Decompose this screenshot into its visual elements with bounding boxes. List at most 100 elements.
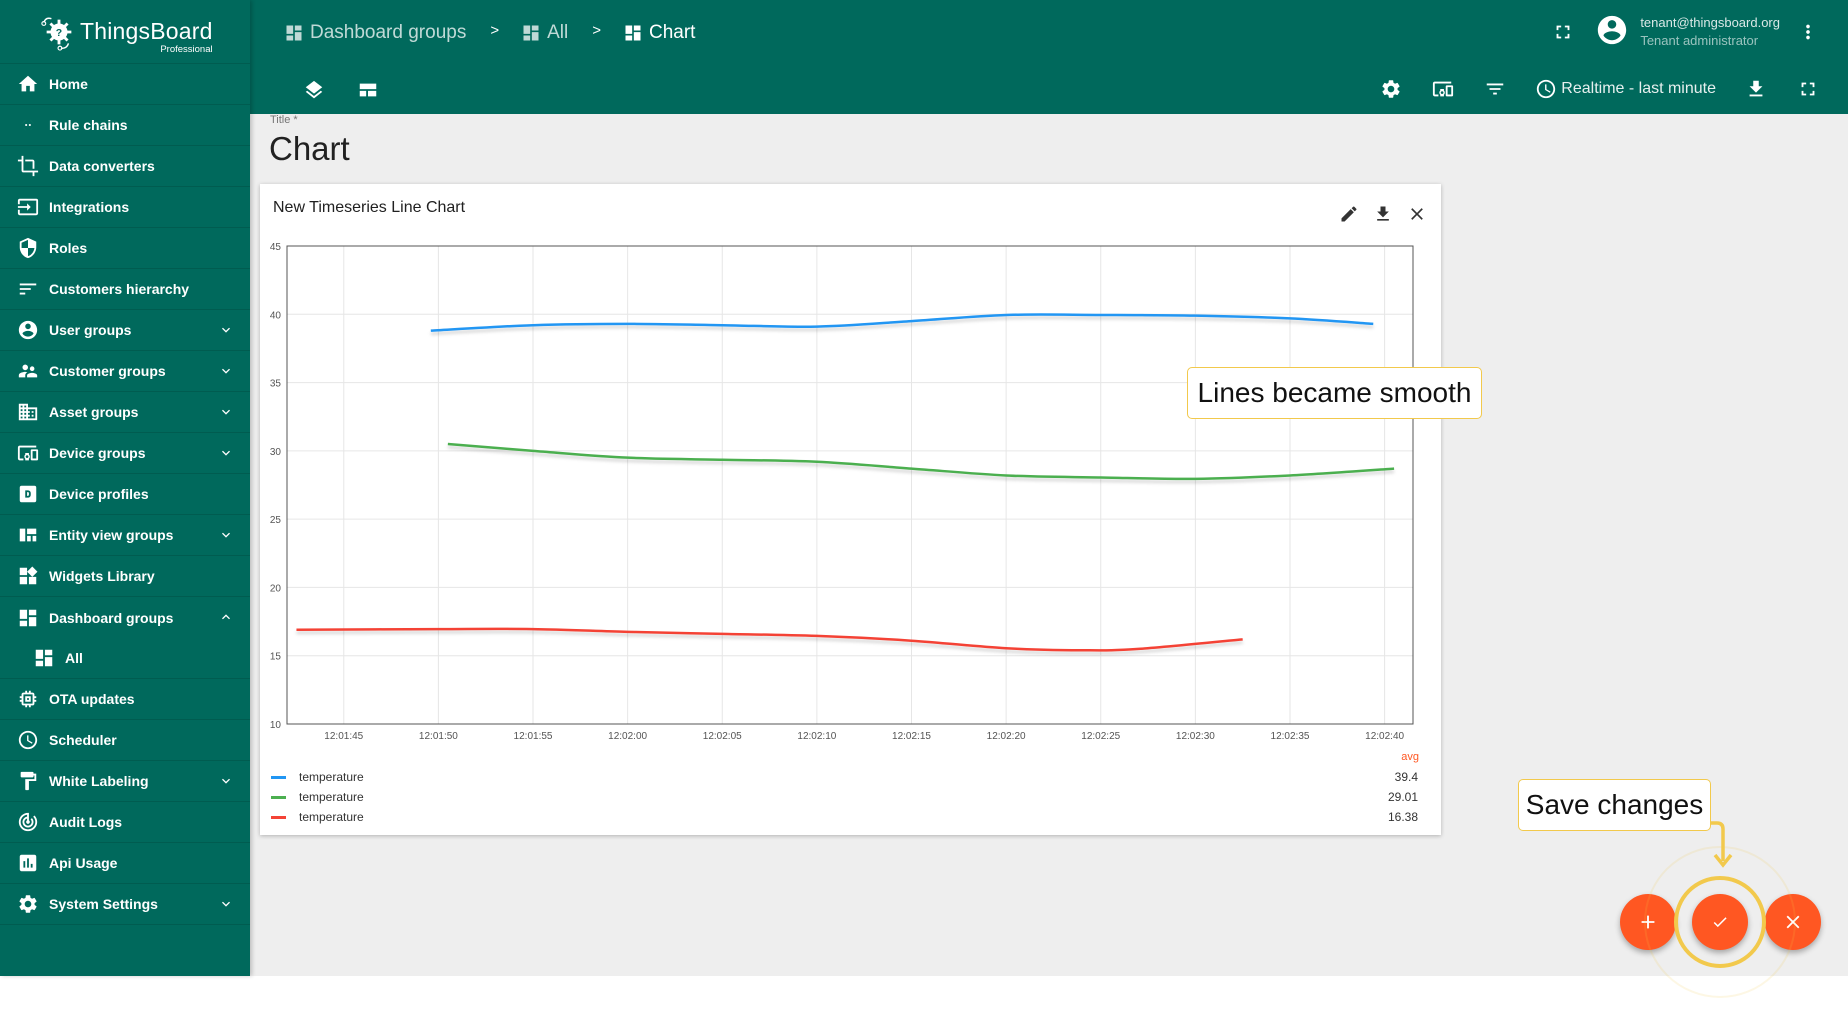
manage-layers-button[interactable] xyxy=(302,78,326,102)
fullscreen-app-button[interactable] xyxy=(1551,20,1575,44)
logo-name: ThingsBoard xyxy=(80,18,213,44)
legend-item[interactable]: temperature 39.4 xyxy=(271,767,1431,787)
avatar[interactable] xyxy=(1595,13,1629,52)
view-compact-icon xyxy=(359,83,377,97)
entity-aliases-button[interactable] xyxy=(1431,77,1455,101)
logo[interactable]: ? ThingsBoard Professional xyxy=(0,0,250,64)
breadcrumb-all[interactable]: All xyxy=(521,22,568,44)
devices-icon xyxy=(17,442,39,464)
fullscreen-icon xyxy=(1801,82,1815,96)
sidebar-item-api-usage[interactable]: Api Usage xyxy=(0,843,250,884)
breadcrumb-label: Dashboard groups xyxy=(310,22,467,43)
sidebar-item-integrations[interactable]: Integrations xyxy=(0,187,250,228)
export-button[interactable] xyxy=(1744,77,1768,101)
sidebar-item-entity-view-groups[interactable]: Entity view groups xyxy=(0,515,250,556)
download-icon xyxy=(1749,80,1763,97)
sidebar-item-device-profiles[interactable]: Device profiles xyxy=(0,474,250,515)
timewindow-button[interactable]: Realtime - last minute xyxy=(1535,78,1716,100)
x-tick-label: 12:01:50 xyxy=(419,731,458,742)
sidebar-item-label: System Settings xyxy=(49,896,158,912)
add-widget-button[interactable] xyxy=(1620,894,1676,950)
y-tick-label: 40 xyxy=(270,310,282,321)
layers-icon xyxy=(305,80,323,99)
chevron-down-icon[interactable] xyxy=(218,363,234,379)
more-menu-button[interactable] xyxy=(1796,20,1820,44)
fullscreen-dashboard-button[interactable] xyxy=(1796,77,1820,101)
x-tick-label: 12:02:40 xyxy=(1365,731,1404,742)
legend-label: temperature xyxy=(299,790,364,804)
series-line-1 xyxy=(447,442,1395,481)
chevron-down-icon[interactable] xyxy=(218,896,234,912)
sidebar-item-data-converters[interactable]: Data converters xyxy=(0,146,250,187)
chevron-down-icon[interactable] xyxy=(218,445,234,461)
dashboard-icon xyxy=(286,25,302,41)
sidebar-item-customer-groups[interactable]: Customer groups xyxy=(0,351,250,392)
settings-button[interactable] xyxy=(1379,77,1403,101)
clock-icon xyxy=(17,729,39,751)
sidebar-item-label: Entity view groups xyxy=(49,527,174,543)
smooth-lines-annotation: Lines became smooth xyxy=(1187,367,1482,419)
chevron-down-icon[interactable] xyxy=(218,404,234,420)
sidebar-item-roles[interactable]: Roles xyxy=(0,228,250,269)
y-tick-label: 20 xyxy=(270,583,282,594)
sidebar-item-label: Scheduler xyxy=(49,732,117,748)
dashboard-title-input[interactable]: Chart xyxy=(269,130,350,168)
sidebar-item-system-settings[interactable]: System Settings xyxy=(0,884,250,925)
user-info[interactable]: tenant@thingsboard.org Tenant administra… xyxy=(1640,14,1780,50)
sidebar-item-audit-logs[interactable]: Audit Logs xyxy=(0,802,250,843)
legend-item[interactable]: temperature 29.01 xyxy=(271,787,1431,807)
breadcrumb-label: All xyxy=(547,22,569,43)
fullscreen-icon xyxy=(1556,25,1570,39)
series-line-0 xyxy=(430,313,1374,332)
domain-icon xyxy=(17,401,39,423)
user-menu: tenant@thingsboard.org Tenant administra… xyxy=(1551,0,1848,64)
home-icon xyxy=(17,73,39,95)
user-role: Tenant administrator xyxy=(1640,33,1759,48)
filter-list-icon xyxy=(1487,83,1504,95)
sidebar-item-ota-updates[interactable]: OTA updates xyxy=(0,679,250,720)
y-tick-label: 35 xyxy=(270,379,282,390)
sidebar-item-widgets-library[interactable]: Widgets Library xyxy=(0,556,250,597)
dashboard-icon xyxy=(523,25,539,41)
sidebar-nav: Home Rule chains Data converters Integratio… xyxy=(0,64,250,925)
sidebar-item-label: Api Usage xyxy=(49,855,118,871)
legend-label: temperature xyxy=(299,770,364,784)
check-icon xyxy=(1713,917,1727,928)
gear-icon xyxy=(17,893,39,915)
chevron-down-icon[interactable] xyxy=(218,527,234,543)
insert-chart-icon xyxy=(17,852,39,874)
sidebar-item-label: OTA updates xyxy=(49,691,135,707)
sidebar-item-scheduler[interactable]: Scheduler xyxy=(0,720,250,761)
sidebar-item-asset-groups[interactable]: Asset groups xyxy=(0,392,250,433)
view-quilt-icon xyxy=(17,524,39,546)
chevron-down-icon[interactable] xyxy=(218,773,234,789)
top-toolbar: Dashboard groups > All > Chart tenant@th… xyxy=(250,0,1848,114)
sidebar-item-label: Device profiles xyxy=(49,486,149,502)
manage-layouts-button[interactable] xyxy=(356,78,380,102)
legend-swatch xyxy=(271,795,286,799)
breadcrumb-chart: Chart xyxy=(623,22,695,44)
user-email: tenant@thingsboard.org xyxy=(1640,15,1780,30)
sidebar-item-rule-chains[interactable]: Rule chains xyxy=(0,105,250,146)
filters-button[interactable] xyxy=(1483,77,1507,101)
save-changes-button[interactable] xyxy=(1692,894,1748,950)
chevron-down-icon[interactable] xyxy=(218,322,234,338)
legend-item[interactable]: temperature 16.38 xyxy=(271,807,1431,827)
sidebar-item-dashboard-groups[interactable]: Dashboard groups xyxy=(0,597,250,638)
cancel-edit-button[interactable] xyxy=(1765,894,1821,950)
y-tick-label: 45 xyxy=(270,242,282,253)
sidebar: ? ThingsBoard Professional Home Rule chai… xyxy=(0,0,250,976)
sidebar-item-white-labeling[interactable]: White Labeling xyxy=(0,761,250,802)
sidebar-item-device-groups[interactable]: Device groups xyxy=(0,433,250,474)
sidebar-item-all[interactable]: All xyxy=(0,638,250,679)
timeseries-chart-widget[interactable]: New Timeseries Line Chart 10 15 20 25 30 35 40… xyxy=(260,184,1441,835)
chevron-up-icon[interactable] xyxy=(218,609,234,625)
sidebar-item-home[interactable]: Home xyxy=(0,64,250,105)
x-tick-label: 12:02:35 xyxy=(1271,731,1310,742)
sidebar-item-customers-hierarchy[interactable]: Customers hierarchy xyxy=(0,269,250,310)
breadcrumb-dashboard-groups[interactable]: Dashboard groups xyxy=(284,22,466,44)
sidebar-item-user-groups[interactable]: User groups xyxy=(0,310,250,351)
x-tick-label: 12:02:10 xyxy=(797,731,836,742)
sidebar-item-label: Widgets Library xyxy=(49,568,155,584)
x-tick-label: 12:01:55 xyxy=(514,731,553,742)
